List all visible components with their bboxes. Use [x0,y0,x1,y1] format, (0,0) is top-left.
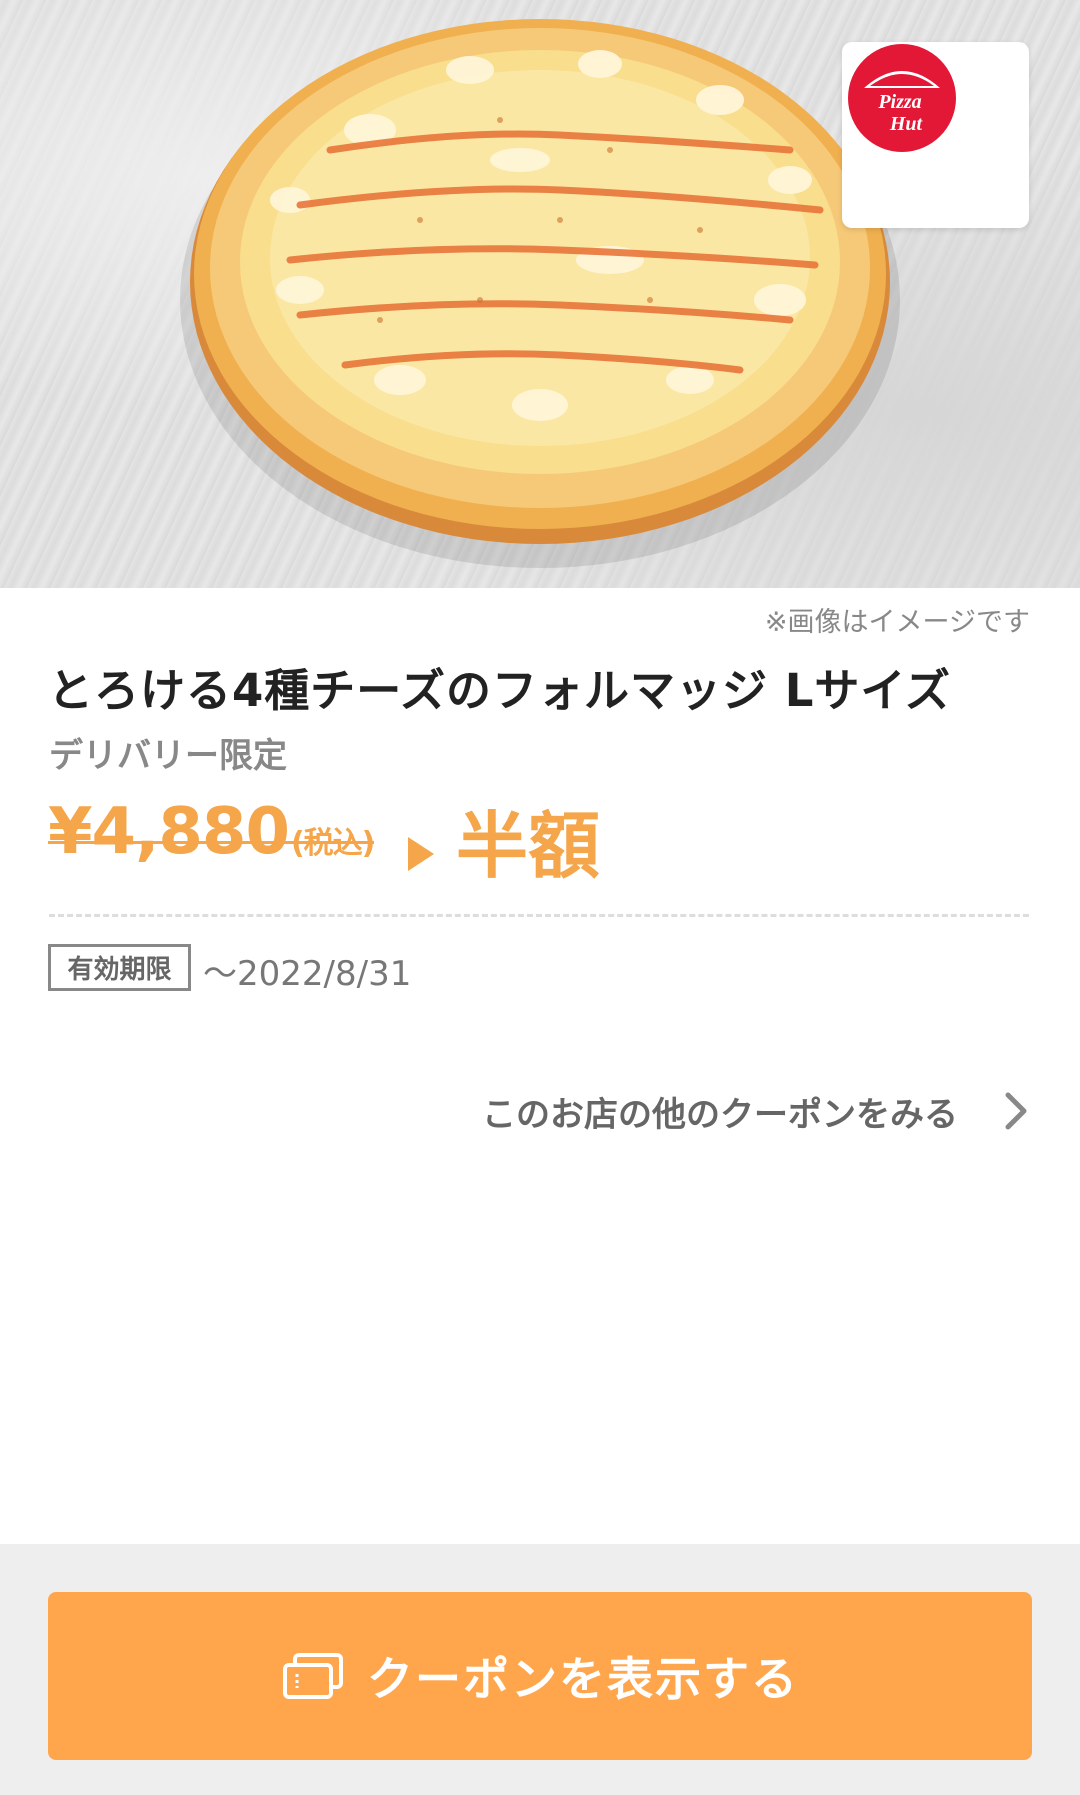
show-coupon-label: クーポンを表示する [367,1653,799,1705]
original-price-value: ¥4,880 [48,795,290,869]
logo-text-line1: Pizza [877,91,921,113]
validity-badge: 有効期限 [48,944,191,991]
chevron-right-icon [1005,1092,1027,1130]
pizza-hut-logo: Pizza Hut [842,42,1029,228]
discount-label: 半額 [456,804,601,888]
logo-text-line2: Hut [889,113,924,135]
dashed-divider [49,914,1029,917]
pizza-hut-logo-icon: Pizza Hut [848,44,956,152]
strikethrough-line [48,841,375,844]
validity-date: 〜2022/8/31 [203,954,412,994]
arrow-right-icon [408,837,434,871]
more-coupons-link[interactable]: このお店の他のクーポンをみる [430,1085,1030,1137]
product-image: Pizza Hut [0,0,1080,588]
original-price: ¥4,880(税込) [48,795,375,869]
image-disclaimer: ※画像はイメージです [764,607,1030,638]
ticket-icon [283,1653,343,1699]
coupon-subtitle: デリバリー限定 [49,736,287,776]
footer-bar: クーポンを表示する [0,1544,1080,1795]
more-coupons-label: このお店の他のクーポンをみる [482,1094,958,1135]
coupon-title: とろける4種チーズのフォルマッジ Lサイズ [48,664,952,717]
show-coupon-button[interactable]: クーポンを表示する [48,1592,1032,1760]
